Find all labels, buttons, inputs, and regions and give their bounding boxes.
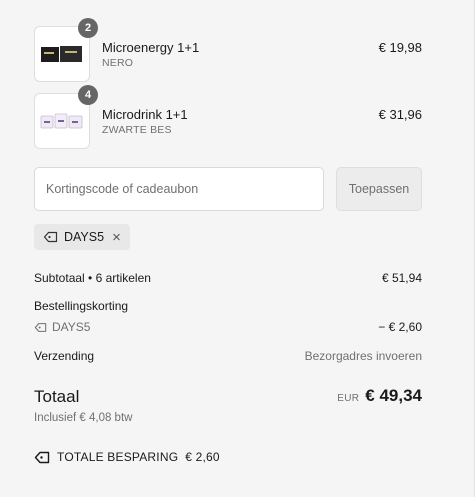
product-name: Microenergy 1+1 (102, 40, 200, 55)
shipping-value: Bezorgadres invoeren (304, 349, 422, 363)
order-discount-code: DAYS5 (34, 320, 422, 334)
savings-label: TOTALE BESPARING (57, 450, 179, 464)
shipping-row: Verzending Bezorgadres invoeren (34, 349, 422, 363)
tag-icon (43, 231, 58, 243)
order-discount-value: − € 2,60 (378, 320, 422, 334)
product-bag-icon (40, 113, 83, 129)
savings-value: € 2,60 (185, 450, 220, 464)
applied-discount-chip: DAYS5 × (34, 224, 130, 250)
apply-discount-button[interactable]: Toepassen (336, 167, 422, 211)
order-discount-row: Bestellingskorting (34, 299, 422, 313)
order-discount-label: Bestellingskorting (34, 299, 129, 313)
applied-discount-code: DAYS5 (64, 230, 105, 244)
product-variant: NERO (102, 57, 134, 69)
tag-icon (34, 451, 50, 463)
product-price: € 31,96 (378, 107, 422, 122)
quantity-badge: 4 (78, 85, 98, 105)
subtotal-label: Subtotaal • 6 artikelen (34, 271, 151, 285)
tag-icon (34, 322, 47, 332)
product-name: Microdrink 1+1 (102, 107, 188, 122)
shipping-label: Verzending (34, 349, 95, 363)
remove-discount-icon[interactable]: × (112, 230, 121, 245)
tax-note: Inclusief € 4,08 btw (34, 412, 133, 424)
line-item: 4 Microdrink 1+1 ZWARTE BES € 31,96 (34, 85, 422, 151)
quantity-badge: 2 (78, 18, 98, 38)
total-value: € 49,34 (365, 386, 422, 405)
order-discount-code-row: DAYS5 − € 2,60 (34, 320, 422, 334)
subtotal-value: € 51,94 (381, 271, 422, 285)
total-currency: EUR (337, 393, 360, 404)
total-label: Totaal (34, 387, 80, 406)
product-price: € 19,98 (378, 40, 422, 55)
total-price: EUR € 49,34 (337, 386, 422, 406)
product-box-icon (41, 46, 82, 62)
total-savings: TOTALE BESPARING € 2,60 (34, 450, 220, 464)
order-discount-code-text: DAYS5 (52, 320, 91, 334)
subtotal-row: Subtotaal • 6 artikelen € 51,94 (34, 271, 422, 285)
line-item: 2 Microenergy 1+1 NERO € 19,98 (34, 18, 422, 84)
discount-code-input[interactable] (34, 167, 324, 211)
product-variant: ZWARTE BES (102, 124, 172, 136)
